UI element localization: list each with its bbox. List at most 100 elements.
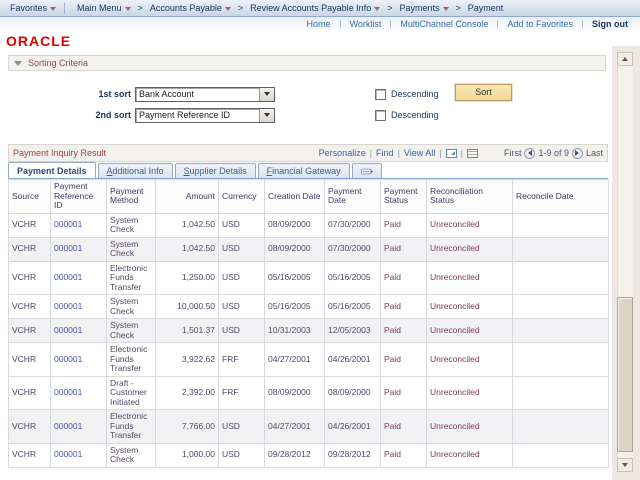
payment-reference-link[interactable]: 000001: [54, 387, 82, 397]
vertical-scrollbar[interactable]: [617, 52, 633, 472]
table-row: VCHR000001System Check1,000.00USD09/28/2…: [9, 443, 609, 467]
tab-financial-gateway[interactable]: Financial Gateway: [258, 163, 350, 178]
cell-recon_status: Unreconciled: [427, 237, 513, 261]
cell-recon_status: Unreconciled: [427, 295, 513, 319]
dropdown-button[interactable]: [259, 109, 274, 122]
grid-title: Payment Inquiry Result: [13, 148, 106, 158]
cell-recon_date: [513, 443, 609, 467]
cell-source: VCHR: [9, 295, 51, 319]
cell-payment_date: 04/26/2001: [325, 410, 381, 444]
payment-reference-link[interactable]: 000001: [54, 449, 82, 459]
payment-reference-link[interactable]: 000001: [54, 272, 82, 282]
collapse-section-icon[interactable]: [14, 61, 22, 66]
cell-amount: 7,766.00: [156, 410, 219, 444]
cell-status: Paid: [381, 410, 427, 444]
cell-method: Electronic Funds Transfer: [107, 343, 156, 377]
sorting-criteria-header[interactable]: Sorting Criteria: [8, 55, 606, 71]
breadcrumb-separator: >: [387, 3, 392, 13]
cell-ref[interactable]: 000001: [51, 343, 107, 377]
sign-out-link[interactable]: Sign out: [583, 19, 630, 29]
favorites-menu[interactable]: Favorites: [6, 3, 60, 13]
breadcrumb-payments[interactable]: Payments: [395, 3, 452, 13]
scrollbar-thumb[interactable]: [617, 297, 633, 452]
cell-currency: USD: [219, 443, 265, 467]
tab-payment-details[interactable]: Payment Details: [8, 162, 96, 178]
cell-status: Paid: [381, 237, 427, 261]
payment-reference-link[interactable]: 000001: [54, 354, 82, 364]
last-page-label[interactable]: Last: [586, 148, 603, 158]
cell-currency: FRF: [219, 343, 265, 377]
worklist-link[interactable]: Worklist: [341, 19, 391, 29]
second-sort-row: 2nd sort Payment Reference ID Descending: [8, 107, 612, 123]
col-creation-date: Creation Date: [265, 180, 325, 214]
page-content: Sorting Criteria 1st sort Bank Account D…: [0, 55, 612, 468]
breadcrumb-review-ap-info[interactable]: Review Accounts Payable Info: [246, 3, 384, 13]
breadcrumb-main-menu[interactable]: Main Menu: [73, 3, 135, 13]
cell-creation_date: 05/16/2005: [265, 261, 325, 295]
cell-method: System Check: [107, 295, 156, 319]
oracle-logo: ORACLE: [6, 33, 640, 48]
first-sort-select[interactable]: Bank Account: [135, 87, 275, 102]
cell-ref[interactable]: 000001: [51, 261, 107, 295]
payment-reference-link[interactable]: 000001: [54, 243, 82, 253]
zoom-window-icon[interactable]: [446, 149, 457, 158]
add-to-favorites-link[interactable]: Add to Favorites: [498, 19, 582, 29]
cell-ref[interactable]: 000001: [51, 319, 107, 343]
download-grid-icon[interactable]: [467, 149, 478, 158]
cell-creation_date: 08/09/2000: [265, 237, 325, 261]
cell-amount: 1,042.50: [156, 237, 219, 261]
multichannel-console-link[interactable]: MultiChannel Console: [391, 19, 497, 29]
view-all-link[interactable]: View All: [404, 148, 435, 158]
dropdown-button[interactable]: [259, 88, 274, 101]
cell-status: Paid: [381, 295, 427, 319]
tab-additional-info[interactable]: Additional Info: [98, 163, 173, 178]
cell-recon_status: Unreconciled: [427, 443, 513, 467]
cell-source: VCHR: [9, 443, 51, 467]
cell-ref[interactable]: 000001: [51, 376, 107, 410]
col-payment-date: Payment Date: [325, 180, 381, 214]
cell-recon_date: [513, 343, 609, 377]
cell-status: Paid: [381, 319, 427, 343]
scroll-down-button[interactable]: [617, 458, 633, 472]
separator: |: [370, 148, 372, 158]
cell-status: Paid: [381, 261, 427, 295]
payment-reference-link[interactable]: 000001: [54, 325, 82, 335]
cell-method: System Check: [107, 319, 156, 343]
sort-button[interactable]: Sort: [455, 84, 512, 101]
descending-checkbox-1[interactable]: [375, 89, 386, 100]
table-row: VCHR000001System Check1,042.50USD08/09/2…: [9, 213, 609, 237]
cell-creation_date: 04/27/2001: [265, 410, 325, 444]
cell-ref[interactable]: 000001: [51, 443, 107, 467]
second-sort-select[interactable]: Payment Reference ID: [135, 108, 275, 123]
chevron-down-icon: [374, 7, 380, 11]
show-all-columns-button[interactable]: [352, 163, 382, 178]
cell-amount: 1,501.37: [156, 319, 219, 343]
grid-toolbar: Personalize | Find | View All | | First …: [319, 148, 603, 159]
next-page-button[interactable]: [572, 148, 583, 159]
first-page-label[interactable]: First: [504, 148, 522, 158]
cell-payment_date: 05/16/2005: [325, 295, 381, 319]
cell-ref[interactable]: 000001: [51, 295, 107, 319]
payment-reference-link[interactable]: 000001: [54, 301, 82, 311]
cell-method: Draft - Customer Initiated: [107, 376, 156, 410]
personalize-link[interactable]: Personalize: [319, 148, 366, 158]
home-link[interactable]: Home: [298, 19, 340, 29]
cell-currency: USD: [219, 410, 265, 444]
descending-checkbox-2[interactable]: [375, 110, 386, 121]
arrow-down-icon: [622, 463, 628, 467]
cell-ref[interactable]: 000001: [51, 213, 107, 237]
first-sort-label: 1st sort: [8, 89, 133, 99]
cell-ref[interactable]: 000001: [51, 410, 107, 444]
descending-label-2: Descending: [391, 110, 439, 120]
payment-reference-link[interactable]: 000001: [54, 219, 82, 229]
cell-ref[interactable]: 000001: [51, 237, 107, 261]
cell-currency: USD: [219, 261, 265, 295]
scroll-up-button[interactable]: [617, 52, 633, 66]
payment-reference-link[interactable]: 000001: [54, 421, 82, 431]
tab-supplier-details[interactable]: Supplier Details: [175, 163, 256, 178]
find-link[interactable]: Find: [376, 148, 394, 158]
cell-recon_date: [513, 376, 609, 410]
breadcrumb-accounts-payable[interactable]: Accounts Payable: [146, 3, 235, 13]
cell-currency: FRF: [219, 376, 265, 410]
prev-page-button[interactable]: [524, 148, 535, 159]
